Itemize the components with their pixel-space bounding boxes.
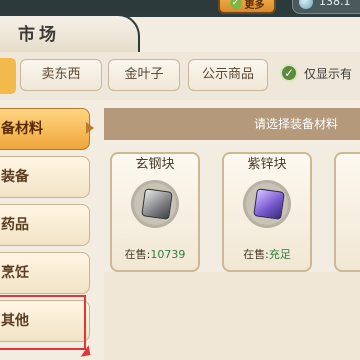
item-sale: 在售:充足 xyxy=(224,246,310,262)
market-screen: ✓ 更多 138.1 市场 卖东西 金叶子 公示商品 ✓ 仅显示有 备材料 装备… xyxy=(0,0,360,360)
gold-more-button[interactable]: ✓ 更多 xyxy=(218,0,276,14)
category-equipment[interactable]: 装备 xyxy=(0,156,90,198)
item-name: 紫锌块 xyxy=(247,157,287,172)
category-arrow-icon xyxy=(86,122,94,134)
sale-label: 在售: xyxy=(243,248,269,261)
tab-public-goods[interactable]: 公示商品 xyxy=(188,59,268,91)
item-name: 玄钢块 xyxy=(135,157,175,172)
currency-display: 138.1 xyxy=(292,0,360,14)
currency-value: 138.1 xyxy=(319,0,351,8)
highlight-box xyxy=(0,295,86,350)
only-show-checkbox[interactable]: ✓ xyxy=(280,64,298,82)
category-medicine[interactable]: 药品 xyxy=(0,204,90,246)
sale-value: 充足 xyxy=(268,248,291,261)
item-card-zinc[interactable]: 紫锌块 在售:充足 xyxy=(222,152,312,272)
sale-label: 在售: xyxy=(124,248,151,261)
page-title: 市场 xyxy=(18,25,60,45)
currency-icon xyxy=(299,0,313,9)
tab-sell[interactable]: 卖东西 xyxy=(20,59,102,91)
item-card-steel[interactable]: 玄钢块 在售:10739 xyxy=(110,152,200,272)
category-cooking[interactable]: 烹饪 xyxy=(0,252,90,294)
steel-cube-icon xyxy=(141,188,173,220)
item-sale: 在售:10739 xyxy=(112,246,198,262)
subtab-active-indicator[interactable] xyxy=(0,58,16,94)
only-show-label: 仅显示有 xyxy=(304,67,353,81)
purple-cube-icon xyxy=(253,188,285,220)
hint-text: 请选择装备材料 xyxy=(254,117,339,131)
gold-more-label: 更多 xyxy=(244,0,265,11)
tab-gold-leaf[interactable]: 金叶子 xyxy=(108,59,180,91)
item-card-partial[interactable] xyxy=(334,152,360,272)
items-grid-bg xyxy=(104,272,360,360)
category-materials[interactable]: 备材料 xyxy=(0,108,90,150)
check-icon: ✓ xyxy=(229,0,242,9)
sale-value: 10739 xyxy=(150,248,186,261)
